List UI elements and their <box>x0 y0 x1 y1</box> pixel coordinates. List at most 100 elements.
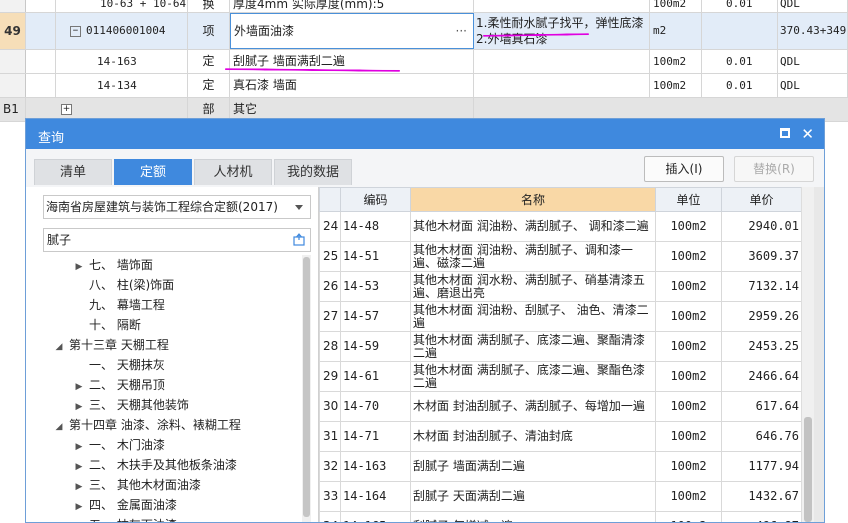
expand-arrow-icon[interactable]: ▶ <box>73 377 85 397</box>
row-price: 2959.26 <box>721 301 802 332</box>
row-code: 14-165 <box>340 511 411 522</box>
quota-book-select[interactable]: 海南省房屋建筑与装饰工程综合定额(2017) <box>43 195 311 219</box>
tree-item[interactable]: 九、 幕墙工程 <box>73 295 165 315</box>
table-row[interactable]: 33 14-164 刮腻子 天面满刮二遍 100m2 1432.67 <box>319 481 802 512</box>
table-row[interactable]: 31 14-71 木材面 封油刮腻子、清油封底 100m2 646.76 <box>319 421 802 452</box>
collapse-arrow-icon[interactable]: ◢ <box>53 337 65 357</box>
tree-item[interactable]: ▶ 二、 木扶手及其他板条油漆 <box>73 455 237 475</box>
item-qty: 0.01 <box>702 50 778 73</box>
table-row[interactable]: 26 14-53 其他木材面 润水粉、满刮腻子、硝基清漆五遍、磨退出亮 100m2 71… <box>319 271 802 302</box>
expand-toggle[interactable]: + <box>61 104 72 115</box>
tree-item[interactable]: ▶ 四、 金属面油漆 <box>73 495 177 515</box>
row-unit: 100m2 <box>655 271 722 302</box>
row-index: 31 <box>319 421 341 452</box>
expand-arrow-icon[interactable]: ▶ <box>73 397 85 417</box>
dialog-title: 查询 <box>38 131 65 146</box>
tree-item[interactable]: ▶ 三、 其他木材面油漆 <box>73 475 201 495</box>
row-price: 2466.64 <box>721 361 802 392</box>
scrollbar-thumb[interactable] <box>804 417 812 522</box>
close-icon[interactable]: ✕ <box>801 124 814 144</box>
search-icon[interactable] <box>293 233 305 246</box>
row-unit: 100m2 <box>655 451 722 482</box>
expand-arrow-icon[interactable]: ▶ <box>73 517 85 522</box>
table-row[interactable]: 29 14-61 其他木材面 满刮腻子、底漆二遍、聚酯色漆二遍 100m2 2466.6… <box>319 361 802 392</box>
row-code: 14-48 <box>340 211 411 242</box>
table-row[interactable]: 28 14-59 其他木材面 满刮腻子、底漆二遍、聚酯清漆二遍 100m2 2453.2… <box>319 331 802 362</box>
item-expression: 370.43+349.5 <box>778 13 848 49</box>
table-row[interactable]: 24 14-48 其他木材面 润油粉、满刮腻子、 调和漆二遍 100m2 2940.01 <box>319 211 802 242</box>
item-code: 14-163 <box>56 50 188 73</box>
tree-item[interactable]: ▶ 三、 天棚其他装饰 <box>73 395 189 415</box>
table-row[interactable]: 32 14-163 刮腻子 墙面满刮二遍 100m2 1177.94 <box>319 451 802 482</box>
tab-bill[interactable]: 清单 <box>34 159 112 185</box>
tree-item-label: 第十四章 油漆、涂料、裱糊工程 <box>69 418 241 432</box>
item-code: 011406001004 <box>86 24 166 38</box>
expand-arrow-icon[interactable]: ▶ <box>73 437 85 457</box>
tree-item[interactable]: ▶ 五、 抹灰面油漆 <box>73 515 177 522</box>
row-index: 28 <box>319 331 341 362</box>
row-name: 刮腻子 墙面满刮二遍 <box>410 451 656 482</box>
search-input[interactable]: 腻子 <box>43 228 311 252</box>
tab-quota[interactable]: 定额 <box>114 159 192 185</box>
tree-item[interactable]: ▶ 一、 木门油漆 <box>73 435 165 455</box>
row-index: 25 <box>319 241 341 272</box>
tree-item[interactable]: ▶ 七、 墙饰面 <box>73 255 153 275</box>
replace-button[interactable]: 替换(R) <box>734 156 814 182</box>
tree-item[interactable]: 一、 天棚抹灰 <box>73 355 165 375</box>
tab-my-data[interactable]: 我的数据 <box>274 159 352 185</box>
sheet-row[interactable]: 14-163 定 刮腻子 墙面满刮二遍 100m2 0.01 QDL <box>0 50 848 74</box>
collapse-toggle[interactable]: − <box>70 25 81 37</box>
expand-arrow-icon[interactable]: ▶ <box>73 457 85 477</box>
insert-button[interactable]: 插入(I) <box>644 156 724 182</box>
sheet-row[interactable]: 10-63 + 10-64 换 厚度4mm 实际厚度(mm):5 100m2 0… <box>0 0 848 13</box>
collapse-arrow-icon[interactable]: ◢ <box>53 417 65 437</box>
tree-item-label: 三、 其他木材面油漆 <box>89 478 201 492</box>
sheet-row[interactable]: 14-134 定 真石漆 墙面 100m2 0.01 QDL <box>0 74 848 98</box>
item-unit: 100m2 <box>650 74 702 97</box>
row-unit: 100m2 <box>655 331 722 362</box>
row-unit: 100m2 <box>655 361 722 392</box>
tree-item[interactable]: ◢ 第十三章 天棚工程 <box>53 335 169 355</box>
expand-arrow-icon[interactable]: ▶ <box>73 257 85 277</box>
row-code: 14-61 <box>340 361 411 392</box>
row-code: 14-57 <box>340 301 411 332</box>
row-code: 14-53 <box>340 271 411 302</box>
table-row[interactable]: 27 14-57 其他木材面 润油粉、刮腻子、 油色、清漆二遍 100m2 2959.2… <box>319 301 802 332</box>
query-dialog: 查询 ✕ 清单 定额 人材机 我的数据 插入(I) 替换(R) 海南省房屋建筑与… <box>25 118 825 523</box>
item-type: 定 <box>188 74 230 97</box>
table-row[interactable]: 25 14-51 其他木材面 润油粉、满刮腻子、调和漆一遍、磁漆二遍 100m2 360… <box>319 241 802 272</box>
tree-item[interactable]: ◢ 第十四章 油漆、涂料、裱糊工程 <box>53 415 241 435</box>
tree-scrollbar[interactable] <box>302 255 311 522</box>
row-unit: 100m2 <box>655 421 722 452</box>
col-header-index <box>319 187 341 212</box>
scrollbar-thumb[interactable] <box>303 257 310 517</box>
dialog-title-bar[interactable]: 查询 ✕ <box>26 119 824 149</box>
expand-arrow-icon[interactable]: ▶ <box>73 477 85 497</box>
maximize-icon[interactable] <box>780 128 790 138</box>
item-name-editor[interactable]: 外墙面油漆 ··· <box>230 13 474 49</box>
row-index: 29 <box>319 361 341 392</box>
col-header-price[interactable]: 单价 <box>721 187 802 212</box>
row-price: 1177.94 <box>721 451 802 482</box>
expand-arrow-icon[interactable]: ▶ <box>73 497 85 517</box>
sheet-row-selected[interactable]: 49 − 011406001004 项 外墙面油漆 ··· 1.柔性耐水腻子找平… <box>0 13 848 50</box>
tree-item[interactable]: 八、 柱(梁)饰面 <box>73 275 174 295</box>
tree-item-label: 八、 柱(梁)饰面 <box>89 278 175 292</box>
row-index: 34 <box>319 511 341 522</box>
table-row[interactable]: 30 14-70 木材面 封油刮腻子、满刮腻子、每增加一遍 100m2 617.64 <box>319 391 802 422</box>
tree-item-label: 二、 木扶手及其他板条油漆 <box>89 458 237 472</box>
tree-item-label: 二、 天棚吊顶 <box>89 378 165 392</box>
row-code: 14-59 <box>340 331 411 362</box>
col-header-code[interactable]: 编码 <box>340 187 411 212</box>
tree-item[interactable]: ▶ 二、 天棚吊顶 <box>73 375 165 395</box>
tree-item[interactable]: 十、 隔断 <box>73 315 141 335</box>
more-button[interactable]: ··· <box>456 24 467 38</box>
col-header-unit[interactable]: 单位 <box>655 187 722 212</box>
tree-item-label: 七、 墙饰面 <box>89 258 153 272</box>
row-price: 2453.25 <box>721 331 802 362</box>
table-row[interactable]: 3414-165刮腻子 每增减一遍100m2496.87 <box>319 511 802 522</box>
tab-labor-material-machine[interactable]: 人材机 <box>194 159 272 185</box>
row-index: 27 <box>319 301 341 332</box>
table-scrollbar[interactable] <box>801 187 814 522</box>
col-header-name[interactable]: 名称 <box>410 187 656 212</box>
